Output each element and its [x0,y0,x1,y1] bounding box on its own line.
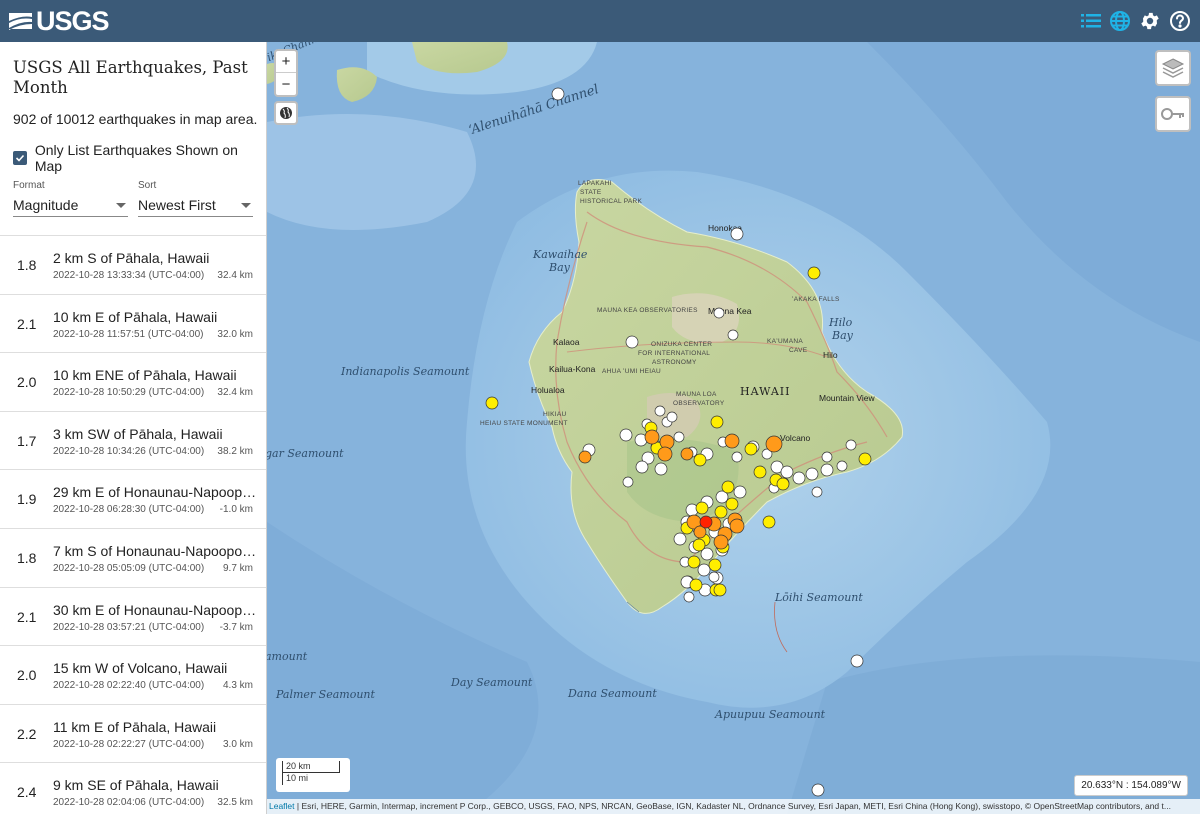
magnitude: 1.7 [17,432,37,449]
list-item[interactable]: 2.0 15 km W of Volcano, Hawaii 2022-10-2… [0,645,266,704]
magnitude: 2.2 [17,725,37,742]
world-view-button[interactable] [274,101,298,125]
zoom-out-button[interactable]: − [276,73,296,95]
depth: 9.7 km [222,562,253,574]
list-item[interactable]: 1.8 7 km S of Honaunau-Napoopoo,... 2022… [0,527,266,587]
depth: 32.0 km [217,328,253,340]
time: 2022-10-28 02:22:40 (UTC-04:00) [53,680,205,692]
place: 10 km E of Pāhala, Hawaii [53,308,218,325]
place: 7 km S of Honaunau-Napoopoo,... [53,542,259,559]
magnitude: 1.9 [17,491,37,508]
format-select[interactable]: Magnitude [13,195,128,217]
magnitude: 1.8 [17,549,37,566]
place: 11 km E of Pāhala, Hawaii [53,718,217,735]
magnitude: 1.8 [17,257,37,273]
earthquake-list-panel: USGS All Earthquakes, Past Month 902 of … [0,42,267,814]
key-icon [1161,108,1184,120]
format-value: Magnitude [13,197,79,213]
time: 2022-10-28 10:50:29 (UTC-04:00) [53,387,205,399]
sort-label: Sort [138,180,157,191]
time: 2022-10-28 06:28:30 (UTC-04:00) [53,504,205,516]
list-item[interactable]: 1.8 2 km S of Pāhala, Hawaii 2022-10-28 … [0,235,266,294]
depth: -1.0 km [219,504,253,516]
time: 2022-10-28 13:33:34 (UTC-04:00) [53,270,205,281]
app-root: USGS USGS All Earthquakes, Past Month 90… [0,0,1200,814]
time: 2022-10-28 10:34:26 (UTC-04:00) [53,445,205,457]
scale-km: 20 km [282,761,340,773]
depth: 32.5 km [217,797,253,809]
coordinate-readout: 20.633°N : 154.089°W [1074,775,1188,796]
sort-value: Newest First [138,197,216,213]
usgs-wave-icon [9,13,32,30]
only-list-shown-checkbox[interactable]: Only List Earthquakes Shown on Map [13,142,266,174]
magnitude: 2.4 [17,784,37,801]
list-icon[interactable] [1079,9,1103,33]
list-item[interactable]: 2.1 10 km E of Pāhala, Hawaii 2022-10-28… [0,293,266,353]
sort-select-group: Sort Newest First [138,180,253,217]
place: 9 km SE of Pāhala, Hawaii [53,777,219,794]
help-icon[interactable] [1168,9,1192,33]
depth: 32.4 km [217,270,253,281]
chevron-down-icon [116,203,126,208]
top-bar: USGS [0,0,1200,42]
list-item[interactable]: 2.4 9 km SE of Pāhala, Hawaii 2022-10-28… [0,762,266,814]
zoom-control: + − [274,49,298,97]
earthquake-count: 902 of 10012 earthquakes in map area. [13,111,258,127]
depth: -3.7 km [219,621,253,633]
globe-icon [280,107,292,119]
list-item[interactable]: 2.0 10 km ENE of Pāhala, Hawaii 2022-10-… [0,352,266,411]
time: 2022-10-28 02:22:27 (UTC-04:00) [53,738,205,750]
magnitude: 2.0 [17,374,37,391]
list-item[interactable]: 2.1 30 km E of Honaunau-Napoopo... 2022-… [0,586,266,646]
layers-button[interactable] [1155,50,1191,86]
earthquake-markers[interactable] [267,42,1200,814]
magnitude: 2.1 [17,608,37,625]
time: 2022-10-28 11:57:51 (UTC-04:00) [53,328,204,340]
attribution: Leaflet | Esri, HERE, Garmin, Intermap, … [267,799,1200,814]
depth: 32.4 km [217,387,253,399]
layers-icon [1161,58,1185,78]
depth: 3.0 km [222,738,253,750]
scale-bar: 20 km 10 mi [276,758,350,792]
list-item[interactable]: 1.9 29 km E of Honaunau-Napoopo... 2022-… [0,469,266,528]
format-select-group: Format Magnitude [13,180,128,217]
scale-mi: 10 mi [282,773,322,785]
format-label: Format [13,180,45,191]
time: 2022-10-28 03:57:21 (UTC-04:00) [53,621,205,633]
time: 2022-10-28 05:05:09 (UTC-04:00) [53,562,205,574]
depth: 4.3 km [222,680,253,692]
time: 2022-10-28 02:04:06 (UTC-04:00) [53,797,205,809]
list-title: USGS All Earthquakes, Past Month [13,58,248,97]
checkbox-checked-icon[interactable] [13,151,27,165]
place: 30 km E of Honaunau-Napoopo... [53,601,259,618]
earthquake-map[interactable]: ʻAlenuihāhā Channel iki Channel Kawaihae… [267,42,1200,814]
list-item[interactable]: 2.2 11 km E of Pāhala, Hawaii 2022-10-28… [0,703,266,763]
attribution-text: | Esri, HERE, Garmin, Intermap, incremen… [294,801,1171,811]
depth: 38.2 km [217,445,253,457]
chevron-down-icon [241,203,251,208]
leaflet-link[interactable]: Leaflet [269,801,295,811]
logo-text: USGS [36,5,110,36]
globe-icon[interactable] [1108,9,1132,33]
usgs-logo[interactable]: USGS [8,5,110,36]
legend-button[interactable] [1155,96,1191,132]
place: 2 km S of Pāhala, Hawaii [53,250,210,266]
magnitude: 2.0 [17,667,37,684]
gear-icon[interactable] [1138,9,1162,33]
earthquake-list: 1.8 2 km S of Pāhala, Hawaii 2022-10-28 … [0,235,266,814]
place: 3 km SW of Pāhala, Hawaii [53,425,223,442]
list-item[interactable]: 1.7 3 km SW of Pāhala, Hawaii 2022-10-28… [0,410,266,470]
place: 10 km ENE of Pāhala, Hawaii [53,367,237,384]
zoom-in-button[interactable]: + [276,51,296,73]
magnitude: 2.1 [17,315,37,332]
sort-select[interactable]: Newest First [138,195,253,217]
only-list-label: Only List Earthquakes Shown on Map [34,142,238,174]
place: 15 km W of Volcano, Hawaii [53,660,228,677]
place: 29 km E of Honaunau-Napoopo... [53,484,259,501]
